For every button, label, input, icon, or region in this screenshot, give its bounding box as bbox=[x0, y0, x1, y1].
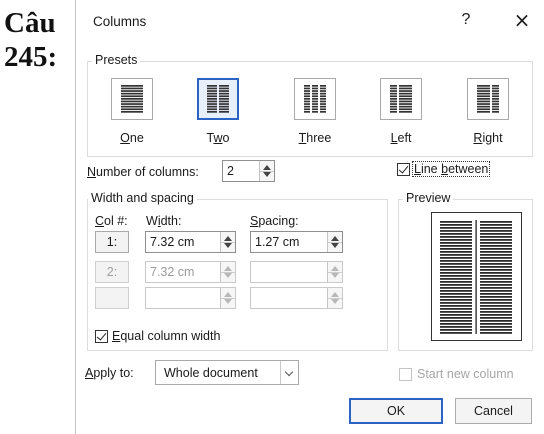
width-value-2: 7.32 cm bbox=[150, 265, 195, 279]
number-of-columns-value: 2 bbox=[227, 164, 234, 178]
question-word: Câu bbox=[4, 7, 56, 39]
spacing-arrows-2 bbox=[327, 262, 342, 282]
preset-three-label: Three bbox=[298, 131, 332, 145]
preset-right-label: Right bbox=[473, 131, 503, 145]
line-between-label[interactable]: Line between bbox=[411, 161, 491, 177]
columns-dialog: Columns ? × Presets One Two Three Left R… bbox=[75, 0, 544, 434]
help-button[interactable]: ? bbox=[458, 11, 474, 29]
start-new-column-label: Start new column bbox=[417, 367, 514, 381]
spin-down-icon bbox=[224, 299, 232, 304]
start-new-column-checkbox bbox=[399, 368, 412, 381]
close-button[interactable]: × bbox=[512, 8, 532, 32]
apply-to-label: Apply to: bbox=[85, 366, 134, 380]
dialog-title: Columns bbox=[93, 14, 147, 29]
spacing-value-1: 1.27 cm bbox=[255, 235, 300, 249]
ok-button[interactable]: OK bbox=[349, 398, 443, 424]
one-column-glyph bbox=[121, 85, 143, 113]
spin-up-icon bbox=[263, 165, 271, 170]
right-columns-icon bbox=[467, 78, 509, 120]
column-number-1: 1: bbox=[95, 231, 129, 253]
preview-columns-graphic bbox=[440, 220, 512, 334]
spin-down-icon bbox=[331, 273, 339, 278]
left-columns-icon bbox=[380, 78, 422, 120]
column-number-2: 2: bbox=[95, 261, 129, 283]
apply-to-value: Whole document bbox=[164, 366, 258, 380]
preset-left-label: Left bbox=[390, 131, 412, 145]
apply-to-dropdown[interactable]: Whole document bbox=[155, 360, 299, 385]
spin-down-icon bbox=[331, 299, 339, 304]
number-of-columns-spinner[interactable]: 2 bbox=[222, 160, 275, 182]
equal-column-width-checkbox[interactable] bbox=[95, 330, 108, 343]
preset-left[interactable]: Left bbox=[371, 78, 431, 145]
preset-two-label: Two bbox=[206, 131, 230, 145]
width-spacing-group-label: Width and spacing bbox=[88, 191, 197, 205]
spin-up-icon bbox=[224, 292, 232, 297]
one-column-icon bbox=[111, 78, 153, 120]
right-columns-glyph bbox=[477, 85, 499, 113]
question-number: 245: bbox=[4, 41, 58, 73]
spin-up-icon bbox=[224, 266, 232, 271]
title-bar: Columns ? × bbox=[76, 0, 544, 44]
spin-down-icon bbox=[331, 243, 339, 248]
spin-up-icon bbox=[224, 236, 232, 241]
three-columns-icon bbox=[294, 78, 336, 120]
spin-up-icon bbox=[331, 236, 339, 241]
question-label: Câu 245: bbox=[4, 6, 76, 74]
cancel-button[interactable]: Cancel bbox=[455, 398, 532, 424]
width-value-1: 7.32 cm bbox=[150, 235, 195, 249]
spacing-spinner-2 bbox=[250, 261, 343, 283]
spin-up-icon bbox=[331, 292, 339, 297]
two-columns-icon bbox=[197, 78, 239, 120]
spin-up-icon bbox=[331, 266, 339, 271]
width-header: Width: bbox=[146, 214, 182, 228]
three-columns-glyph bbox=[304, 85, 326, 113]
presets-group-label: Presets bbox=[92, 53, 141, 67]
width-spinner-1[interactable]: 7.32 cm bbox=[145, 231, 236, 253]
preset-three[interactable]: Three bbox=[285, 78, 345, 145]
width-arrows-1[interactable] bbox=[220, 232, 235, 252]
spacing-arrows-3 bbox=[327, 288, 342, 308]
preset-one[interactable]: One bbox=[102, 78, 162, 145]
spacing-header: Spacing: bbox=[250, 214, 299, 228]
width-spinner-2: 7.32 cm bbox=[145, 261, 236, 283]
preset-right[interactable]: Right bbox=[458, 78, 518, 145]
spin-down-icon bbox=[224, 243, 232, 248]
chevron-down-icon[interactable] bbox=[280, 361, 298, 384]
spin-down-icon bbox=[224, 273, 232, 278]
preset-two[interactable]: Two bbox=[188, 78, 248, 145]
col-number-header: Col #: bbox=[95, 214, 128, 228]
spacing-spinner-1[interactable]: 1.27 cm bbox=[250, 231, 343, 253]
line-between-checkbox[interactable] bbox=[397, 163, 410, 176]
number-of-columns-label: Number of columns: bbox=[87, 165, 199, 179]
spacing-arrows-1[interactable] bbox=[327, 232, 342, 252]
width-arrows-3 bbox=[220, 288, 235, 308]
width-spinner-3 bbox=[145, 287, 236, 309]
spin-down-icon bbox=[263, 172, 271, 177]
column-number-3 bbox=[95, 287, 129, 309]
preset-one-label: One bbox=[120, 131, 144, 145]
number-of-columns-arrows[interactable] bbox=[259, 161, 274, 181]
spacing-spinner-3 bbox=[250, 287, 343, 309]
equal-column-width-label[interactable]: Equal column width bbox=[112, 329, 220, 343]
left-columns-glyph bbox=[390, 85, 412, 113]
preview-group-label: Preview bbox=[403, 191, 454, 205]
width-arrows-2 bbox=[220, 262, 235, 282]
preview-page bbox=[431, 212, 522, 341]
two-columns-glyph bbox=[207, 85, 229, 113]
